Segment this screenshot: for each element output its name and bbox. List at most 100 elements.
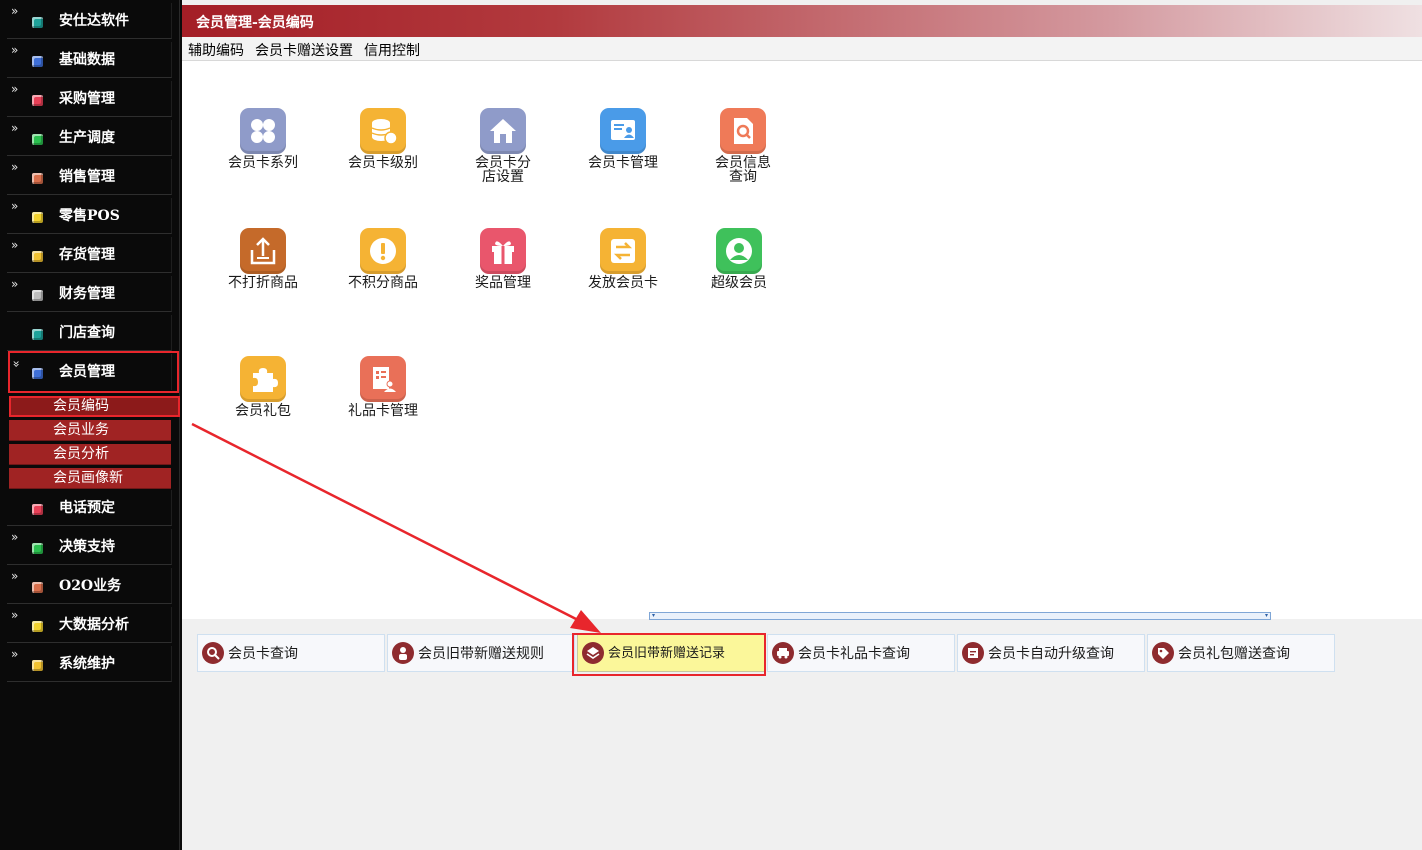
subitem-member-portrait[interactable]: 会员画像新: [9, 468, 171, 489]
text-doc-icon: [962, 642, 984, 664]
subitem-member-business[interactable]: 会员业务: [9, 420, 171, 441]
sidebar-item-store-query[interactable]: 门店查询: [7, 315, 172, 351]
tile-label: 礼品卡管理: [348, 403, 418, 419]
subitem-member-coding[interactable]: 会员编码: [9, 396, 180, 417]
tile-label: 奖品管理: [475, 275, 531, 291]
gift-card-query-button[interactable]: 会员卡礼品卡查询: [767, 634, 955, 672]
sidebar-item-sales[interactable]: » 销售管理: [7, 159, 172, 195]
sidebar-item-purchase[interactable]: » 采购管理: [7, 81, 172, 117]
tile-label: 会员礼包: [235, 403, 291, 419]
cube-icon: [32, 660, 43, 671]
sidebar-item-label: 大数据分析: [59, 617, 129, 633]
id-card-icon: [600, 108, 646, 154]
sidebar-item-label: 门店查询: [59, 325, 115, 341]
menu-aux-coding[interactable]: 辅助编码: [188, 40, 244, 60]
button-label: 会员旧带新赠送规则: [418, 646, 544, 662]
cube-icon: [32, 329, 43, 340]
export-icon: [240, 228, 286, 274]
page-title: 会员管理-会员编码: [196, 15, 314, 31]
expand-arrow-icon: »: [11, 238, 19, 252]
sidebar-item-anshida[interactable]: » 安仕达软件: [7, 3, 172, 39]
search-icon: [202, 642, 224, 664]
sidebar-item-decision[interactable]: » 决策支持: [7, 529, 172, 565]
menu-card-gift-settings[interactable]: 会员卡赠送设置: [255, 40, 353, 60]
expand-arrow-icon: »: [11, 121, 19, 135]
exclamation-icon: [360, 228, 406, 274]
expand-arrow-icon: »: [11, 569, 19, 583]
cube-icon: [32, 212, 43, 223]
expand-arrow-icon: »: [11, 530, 19, 544]
tile-member-gift-pack[interactable]: 会员礼包: [211, 356, 311, 456]
cube-icon: [32, 134, 43, 145]
expand-arrow-icon: »: [11, 4, 19, 18]
sidebar-item-production[interactable]: » 生产调度: [7, 120, 172, 156]
title-bar: 会员管理-会员编码: [182, 5, 1422, 37]
tile-label: 发放会员卡: [588, 275, 658, 291]
cube-icon: [32, 543, 43, 554]
cube-icon: [32, 251, 43, 262]
tile-label: 会员卡分店设置: [475, 155, 531, 185]
tile-gift-card-management[interactable]: 礼品卡管理: [331, 356, 431, 456]
tile-label: 会员卡级别: [348, 155, 418, 171]
expand-arrow-icon: »: [11, 82, 19, 96]
house-icon: [480, 108, 526, 154]
auto-upgrade-query-button[interactable]: 会员卡自动升级查询: [957, 634, 1145, 672]
cube-icon: [32, 56, 43, 67]
sidebar-item-label: 零售POS: [59, 208, 120, 224]
expand-arrow-icon: »: [11, 43, 19, 57]
cube-icon: [32, 621, 43, 632]
horizontal-scrollbar[interactable]: ▾ ▾: [649, 612, 1271, 620]
sidebar-item-basic-data[interactable]: » 基础数据: [7, 42, 172, 78]
cube-icon: [32, 582, 43, 593]
gift-pack-query-button[interactable]: 会员礼包赠送查询: [1147, 634, 1335, 672]
scroll-right-icon[interactable]: ▾: [1265, 613, 1268, 619]
gift-icon: [480, 228, 526, 274]
menu-credit-control[interactable]: 信用控制: [364, 40, 420, 60]
sidebar-item-label: 销售管理: [59, 169, 115, 185]
sidebar-item-label: 系统维护: [59, 656, 115, 672]
tile-no-discount-goods[interactable]: 不打折商品: [211, 228, 311, 328]
sidebar-item-bigdata[interactable]: » 大数据分析: [7, 607, 172, 643]
main-panel: 会员管理-会员编码 辅助编码 会员卡赠送设置 信用控制 会员卡系列 会员卡级别 …: [182, 0, 1422, 850]
subitem-member-analysis[interactable]: 会员分析: [9, 444, 171, 465]
tag-icon: [1152, 642, 1174, 664]
coins-icon: [360, 108, 406, 154]
sidebar-item-pos[interactable]: » 零售POS: [7, 198, 172, 234]
sidebar-item-label: 采购管理: [59, 91, 115, 107]
tile-card-branch-settings[interactable]: 会员卡分店设置: [451, 108, 551, 208]
tile-card-series[interactable]: 会员卡系列: [211, 108, 311, 208]
cube-icon: [32, 17, 43, 28]
card-query-button[interactable]: 会员卡查询: [197, 634, 385, 672]
referral-record-button[interactable]: 会员旧带新赠送记录: [577, 634, 765, 672]
tile-super-member[interactable]: 超级会员: [687, 228, 787, 328]
tile-card-level[interactable]: 会员卡级别: [331, 108, 431, 208]
sidebar-item-label: 决策支持: [59, 539, 115, 555]
doc-search-icon: [720, 108, 766, 154]
cube-icon: [32, 173, 43, 184]
tile-member-info-query[interactable]: 会员信息查询: [691, 108, 791, 208]
person-icon: [392, 642, 414, 664]
sidebar-item-label: 基础数据: [59, 52, 115, 68]
tile-label: 会员卡管理: [588, 155, 658, 171]
tile-prize-management[interactable]: 奖品管理: [451, 228, 551, 328]
sidebar-item-o2o[interactable]: » O2O业务: [7, 568, 172, 604]
referral-rule-button[interactable]: 会员旧带新赠送规则: [387, 634, 575, 672]
grid-icon: [240, 108, 286, 154]
sidebar-item-finance[interactable]: » 财务管理: [7, 276, 172, 312]
sidebar-item-label: 财务管理: [59, 286, 115, 302]
tile-no-points-goods[interactable]: 不积分商品: [331, 228, 431, 328]
sidebar-item-system[interactable]: » 系统维护: [7, 646, 172, 682]
tile-card-management[interactable]: 会员卡管理: [571, 108, 671, 208]
function-canvas: 会员卡系列 会员卡级别 会员卡分店设置 会员卡管理 会员信息查询 不打折商品 不…: [182, 61, 1422, 619]
active-highlight-box: [8, 351, 179, 393]
cube-icon: [32, 95, 43, 106]
quick-query-bar: 会员卡查询 会员旧带新赠送规则 会员旧带新赠送记录 会员卡礼品卡查询 会员卡自动…: [182, 620, 1422, 850]
exchange-icon: [600, 228, 646, 274]
sidebar-item-label: 生产调度: [59, 130, 115, 146]
user-icon: [716, 228, 762, 274]
tile-issue-card[interactable]: 发放会员卡: [571, 228, 671, 328]
sidebar-item-inventory[interactable]: » 存货管理: [7, 237, 172, 273]
button-label: 会员礼包赠送查询: [1178, 646, 1290, 662]
scroll-left-icon[interactable]: ▾: [652, 613, 655, 619]
sidebar-item-phone-booking[interactable]: 电话预定: [7, 490, 172, 526]
